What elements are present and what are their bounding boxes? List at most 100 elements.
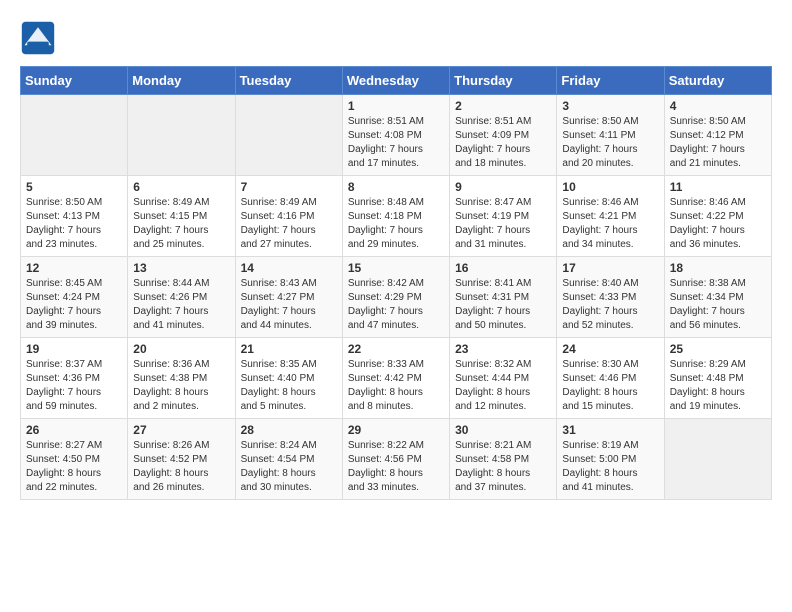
- day-info: Sunrise: 8:24 AM Sunset: 4:54 PM Dayligh…: [241, 439, 337, 495]
- calendar-cell: 2 Sunrise: 8:51 AM Sunset: 4:09 PM Daylig…: [450, 95, 557, 176]
- calendar-cell: 31 Sunrise: 8:19 AM Sunset: 5:00 PM Dayli…: [557, 419, 664, 500]
- calendar-cell: 26Sunrise: 8:27 AM Sunset: 4:50 PM Dayli…: [21, 419, 128, 500]
- day-number: 23: [455, 342, 551, 356]
- day-info: Sunrise: 8:50 AM Sunset: 4:12 PM Dayligh…: [670, 115, 766, 171]
- day-number: 30: [455, 423, 551, 437]
- calendar-cell: 17 Sunrise: 8:40 AM Sunset: 4:33 PM Dayli…: [557, 257, 664, 338]
- calendar-cell: 16Sunrise: 8:41 AM Sunset: 4:31 PM Dayli…: [450, 257, 557, 338]
- calendar-cell: [128, 95, 235, 176]
- day-number: 12: [26, 261, 122, 275]
- day-number: 31: [562, 423, 658, 437]
- calendar-week-row: 5Sunrise: 8:50 AM Sunset: 4:13 PM Daylig…: [21, 176, 772, 257]
- day-number: 25: [670, 342, 766, 356]
- day-number: 14: [241, 261, 337, 275]
- day-number: 11: [670, 180, 766, 194]
- day-number: 22: [348, 342, 444, 356]
- day-number: 8: [348, 180, 444, 194]
- day-number: 13: [133, 261, 229, 275]
- day-info: Sunrise: 8:42 AM Sunset: 4:29 PM Dayligh…: [348, 277, 444, 333]
- day-number: 28: [241, 423, 337, 437]
- day-number: 19: [26, 342, 122, 356]
- day-info: Sunrise: 8:44 AM Sunset: 4:26 PM Dayligh…: [133, 277, 229, 333]
- day-info: Sunrise: 8:46 AM Sunset: 4:21 PM Dayligh…: [562, 196, 658, 252]
- day-of-week-header: Monday: [128, 67, 235, 95]
- day-info: Sunrise: 8:45 AM Sunset: 4:24 PM Dayligh…: [26, 277, 122, 333]
- calendar-cell: 8 Sunrise: 8:48 AM Sunset: 4:18 PM Daylig…: [342, 176, 449, 257]
- day-info: Sunrise: 8:21 AM Sunset: 4:58 PM Dayligh…: [455, 439, 551, 495]
- day-of-week-header: Tuesday: [235, 67, 342, 95]
- calendar-cell: 23 Sunrise: 8:32 AM Sunset: 4:44 PM Dayli…: [450, 338, 557, 419]
- calendar-week-row: 26Sunrise: 8:27 AM Sunset: 4:50 PM Dayli…: [21, 419, 772, 500]
- day-info: Sunrise: 8:51 AM Sunset: 4:08 PM Dayligh…: [348, 115, 444, 171]
- day-info: Sunrise: 8:38 AM Sunset: 4:34 PM Dayligh…: [670, 277, 766, 333]
- calendar-cell: 14 Sunrise: 8:43 AM Sunset: 4:27 PM Dayli…: [235, 257, 342, 338]
- day-info: Sunrise: 8:50 AM Sunset: 4:11 PM Dayligh…: [562, 115, 658, 171]
- calendar-week-row: 1 Sunrise: 8:51 AM Sunset: 4:08 PM Daylig…: [21, 95, 772, 176]
- day-info: Sunrise: 8:36 AM Sunset: 4:38 PM Dayligh…: [133, 358, 229, 414]
- day-number: 2: [455, 99, 551, 113]
- day-number: 17: [562, 261, 658, 275]
- day-info: Sunrise: 8:49 AM Sunset: 4:15 PM Dayligh…: [133, 196, 229, 252]
- day-number: 24: [562, 342, 658, 356]
- day-of-week-header: Wednesday: [342, 67, 449, 95]
- day-of-week-header: Thursday: [450, 67, 557, 95]
- day-of-week-header: Friday: [557, 67, 664, 95]
- day-number: 1: [348, 99, 444, 113]
- calendar-week-row: 19 Sunrise: 8:37 AM Sunset: 4:36 PM Dayli…: [21, 338, 772, 419]
- day-info: Sunrise: 8:43 AM Sunset: 4:27 PM Dayligh…: [241, 277, 337, 333]
- calendar-cell: [21, 95, 128, 176]
- calendar-cell: 27 Sunrise: 8:26 AM Sunset: 4:52 PM Dayli…: [128, 419, 235, 500]
- day-number: 21: [241, 342, 337, 356]
- logo: [20, 20, 58, 56]
- day-of-week-header: Sunday: [21, 67, 128, 95]
- calendar-cell: 12 Sunrise: 8:45 AM Sunset: 4:24 PM Dayli…: [21, 257, 128, 338]
- calendar-cell: 29 Sunrise: 8:22 AM Sunset: 4:56 PM Dayli…: [342, 419, 449, 500]
- calendar-cell: 3 Sunrise: 8:50 AM Sunset: 4:11 PM Daylig…: [557, 95, 664, 176]
- day-info: Sunrise: 8:46 AM Sunset: 4:22 PM Dayligh…: [670, 196, 766, 252]
- calendar-cell: 15 Sunrise: 8:42 AM Sunset: 4:29 PM Dayli…: [342, 257, 449, 338]
- calendar-cell: 18 Sunrise: 8:38 AM Sunset: 4:34 PM Dayli…: [664, 257, 771, 338]
- calendar-cell: [664, 419, 771, 500]
- day-info: Sunrise: 8:51 AM Sunset: 4:09 PM Dayligh…: [455, 115, 551, 171]
- calendar-cell: [235, 95, 342, 176]
- calendar-cell: 9Sunrise: 8:47 AM Sunset: 4:19 PM Daylig…: [450, 176, 557, 257]
- day-of-week-header: Saturday: [664, 67, 771, 95]
- day-number: 10: [562, 180, 658, 194]
- calendar-header-row: SundayMondayTuesdayWednesdayThursdayFrid…: [21, 67, 772, 95]
- calendar-cell: 25Sunrise: 8:29 AM Sunset: 4:48 PM Dayli…: [664, 338, 771, 419]
- day-number: 27: [133, 423, 229, 437]
- day-info: Sunrise: 8:50 AM Sunset: 4:13 PM Dayligh…: [26, 196, 122, 252]
- day-info: Sunrise: 8:35 AM Sunset: 4:40 PM Dayligh…: [241, 358, 337, 414]
- page-header: [20, 20, 772, 56]
- logo-icon: [20, 20, 56, 56]
- day-info: Sunrise: 8:33 AM Sunset: 4:42 PM Dayligh…: [348, 358, 444, 414]
- calendar-cell: 30 Sunrise: 8:21 AM Sunset: 4:58 PM Dayli…: [450, 419, 557, 500]
- calendar-cell: 5Sunrise: 8:50 AM Sunset: 4:13 PM Daylig…: [21, 176, 128, 257]
- day-number: 16: [455, 261, 551, 275]
- calendar-cell: 4Sunrise: 8:50 AM Sunset: 4:12 PM Daylig…: [664, 95, 771, 176]
- day-number: 18: [670, 261, 766, 275]
- day-number: 6: [133, 180, 229, 194]
- calendar-cell: 21 Sunrise: 8:35 AM Sunset: 4:40 PM Dayli…: [235, 338, 342, 419]
- calendar-cell: 19 Sunrise: 8:37 AM Sunset: 4:36 PM Dayli…: [21, 338, 128, 419]
- day-info: Sunrise: 8:30 AM Sunset: 4:46 PM Dayligh…: [562, 358, 658, 414]
- day-info: Sunrise: 8:37 AM Sunset: 4:36 PM Dayligh…: [26, 358, 122, 414]
- calendar-cell: 24 Sunrise: 8:30 AM Sunset: 4:46 PM Dayli…: [557, 338, 664, 419]
- calendar-cell: 22 Sunrise: 8:33 AM Sunset: 4:42 PM Dayli…: [342, 338, 449, 419]
- day-info: Sunrise: 8:48 AM Sunset: 4:18 PM Dayligh…: [348, 196, 444, 252]
- calendar-cell: 11 Sunrise: 8:46 AM Sunset: 4:22 PM Dayli…: [664, 176, 771, 257]
- day-number: 20: [133, 342, 229, 356]
- day-info: Sunrise: 8:40 AM Sunset: 4:33 PM Dayligh…: [562, 277, 658, 333]
- calendar-cell: 7Sunrise: 8:49 AM Sunset: 4:16 PM Daylig…: [235, 176, 342, 257]
- day-number: 26: [26, 423, 122, 437]
- calendar-cell: 10 Sunrise: 8:46 AM Sunset: 4:21 PM Dayli…: [557, 176, 664, 257]
- day-number: 29: [348, 423, 444, 437]
- day-info: Sunrise: 8:32 AM Sunset: 4:44 PM Dayligh…: [455, 358, 551, 414]
- day-number: 7: [241, 180, 337, 194]
- day-number: 15: [348, 261, 444, 275]
- calendar-cell: 20 Sunrise: 8:36 AM Sunset: 4:38 PM Dayli…: [128, 338, 235, 419]
- day-info: Sunrise: 8:19 AM Sunset: 5:00 PM Dayligh…: [562, 439, 658, 495]
- day-info: Sunrise: 8:26 AM Sunset: 4:52 PM Dayligh…: [133, 439, 229, 495]
- day-number: 3: [562, 99, 658, 113]
- day-info: Sunrise: 8:22 AM Sunset: 4:56 PM Dayligh…: [348, 439, 444, 495]
